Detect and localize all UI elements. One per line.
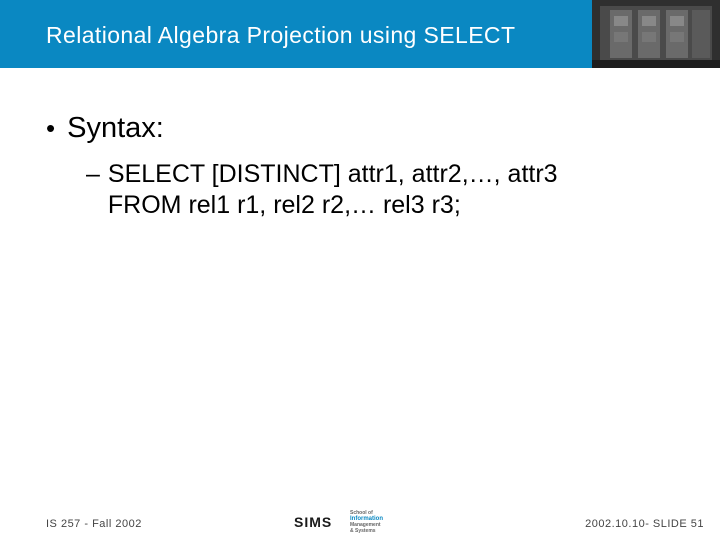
sub-bullet-text: SELECT [DISTINCT] attr1, attr2,…, attr3 … [108, 159, 558, 222]
slide-body: • Syntax: – SELECT [DISTINCT] attr1, att… [46, 112, 674, 222]
sub-bullet-item: – SELECT [DISTINCT] attr1, attr2,…, attr… [86, 159, 674, 222]
logo-line-systems: & Systems [350, 529, 383, 535]
slide-footer: IS 257 - Fall 2002 SIMS School of Inform… [0, 512, 720, 540]
sub-bullet-line1: SELECT [DISTINCT] attr1, attr2,…, attr3 [108, 160, 558, 188]
svg-text:SIMS: SIMS [294, 514, 332, 530]
sims-logo-icon: SIMS [294, 514, 346, 530]
bullet-text: Syntax: [67, 112, 164, 145]
bullet-item: • Syntax: [46, 112, 674, 145]
title-bar: Relational Algebra Projection using SELE… [0, 0, 720, 68]
sub-bullet-marker-icon: – [86, 160, 100, 189]
title-bar-photo [592, 0, 720, 68]
slide: Relational Algebra Projection using SELE… [0, 0, 720, 540]
footer-course: IS 257 - Fall 2002 [46, 518, 142, 530]
sims-logo-subtext: School of Information Management & Syste… [350, 511, 383, 534]
footer-date-slide: 2002.10.10- SLIDE 51 [585, 518, 704, 530]
footer-logo: SIMS School of Information Management & … [294, 511, 383, 534]
building-photo-icon [592, 0, 720, 68]
slide-title: Relational Algebra Projection using SELE… [46, 22, 515, 49]
bullet-marker-icon: • [46, 115, 55, 141]
sub-bullet-line2: FROM rel1 r1, rel2 r2,… rel3 r3; [108, 191, 461, 219]
